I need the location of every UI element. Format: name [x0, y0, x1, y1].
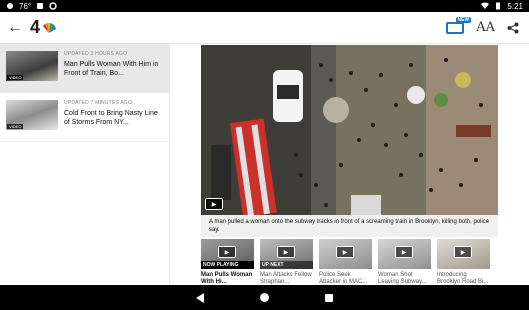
nav-back-icon[interactable]	[196, 292, 204, 303]
story-thumbnail: VIDEO	[6, 51, 58, 81]
story-updated-time: UPDATED 3 HOURS AGO	[64, 51, 128, 57]
status-bar: 76° 5:21	[0, 0, 529, 12]
story-item[interactable]: VIDEO UPDATED 7 MINUTES AGO Cold Front t…	[0, 93, 169, 142]
clip-title: Man Attacks Fellow Straphan...	[260, 272, 312, 285]
clip-title: Woman Shot Leaving Subway...	[378, 272, 427, 285]
nav-recents-icon[interactable]	[325, 293, 333, 302]
video-badge: VIDEO	[7, 75, 24, 80]
aerial-street-image	[201, 45, 498, 215]
clip-title: Police Seek Attacker in MAC...	[319, 272, 368, 285]
article-pane: ▶ A man pulled a woman onto the subway t…	[171, 44, 529, 285]
clip-thumbnail: ▶ UP NEXT	[260, 239, 313, 269]
clip-thumbnail: ▶ NOW PLAYING	[201, 239, 254, 269]
clip-title: Introducing Brooklyn Road Bi...	[437, 272, 489, 285]
up-next-badge: UP NEXT	[260, 261, 313, 269]
share-icon[interactable]	[507, 22, 519, 34]
clip-title: Man Pulls Woman With Hi...	[201, 272, 253, 285]
clip-thumbnail: ▶	[378, 239, 431, 269]
story-item[interactable]: VIDEO UPDATED 3 HOURS AGO Man Pulls Woma…	[0, 44, 169, 93]
logo-number: 4	[30, 17, 41, 37]
play-icon: ▶	[454, 246, 472, 258]
story-headline: Cold Front to Bring Nasty Line of Storms…	[64, 110, 158, 126]
back-arrow-icon[interactable]: ←	[0, 12, 30, 44]
wifi-icon	[481, 2, 490, 9]
story-thumbnail: VIDEO	[6, 100, 58, 130]
sync-icon	[49, 2, 57, 10]
notification-icon	[37, 3, 44, 9]
weather-sun-icon	[7, 3, 13, 9]
status-time: 5:21	[507, 1, 523, 11]
play-icon: ▶	[218, 246, 236, 258]
video-clip[interactable]: ▶ Woman Shot Leaving Subway...	[378, 239, 431, 285]
android-nav-bar	[0, 285, 529, 310]
nbc4-logo: 4	[30, 17, 57, 38]
now-playing-badge: NOW PLAYING	[201, 261, 254, 269]
play-icon: ▶	[277, 246, 295, 258]
video-strip: ▶ NOW PLAYING Man Pulls Woman With Hi...…	[201, 239, 498, 285]
new-badge: NEW	[455, 16, 472, 23]
video-clip[interactable]: ▶ UP NEXT Man Attacks Fellow Straphan...	[260, 239, 313, 285]
app-toolbar: ← 4 NEW AA	[0, 12, 529, 44]
video-player[interactable]: ▶	[201, 45, 498, 215]
battery-icon	[496, 2, 501, 10]
video-clip[interactable]: ▶ Police Seek Attacker in MAC...	[319, 239, 372, 285]
video-clip[interactable]: ▶ NOW PLAYING Man Pulls Woman With Hi...	[201, 239, 254, 285]
clip-thumbnail: ▶	[437, 239, 490, 269]
story-headline: Man Pulls Woman With Him in Front of Tra…	[64, 61, 159, 77]
nav-home-icon[interactable]	[260, 293, 269, 302]
video-clip[interactable]: ▶ Introducing Brooklyn Road Bi...	[437, 239, 490, 285]
story-list: VIDEO UPDATED 3 HOURS AGO Man Pulls Woma…	[0, 44, 170, 285]
clip-thumbnail: ▶	[319, 239, 372, 269]
video-caption: A man pulled a woman onto the subway tra…	[201, 215, 498, 237]
play-icon: ▶	[395, 246, 413, 258]
live-tv-icon[interactable]: NEW	[446, 16, 472, 34]
status-temperature: 76°	[19, 1, 32, 11]
play-icon: ▶	[336, 246, 354, 258]
peacock-icon	[43, 22, 57, 33]
play-icon[interactable]: ▶	[205, 198, 223, 210]
video-badge: VIDEO	[7, 124, 24, 129]
text-size-icon[interactable]: AA	[476, 20, 495, 35]
story-updated-time: UPDATED 7 MINUTES AGO	[64, 100, 133, 106]
